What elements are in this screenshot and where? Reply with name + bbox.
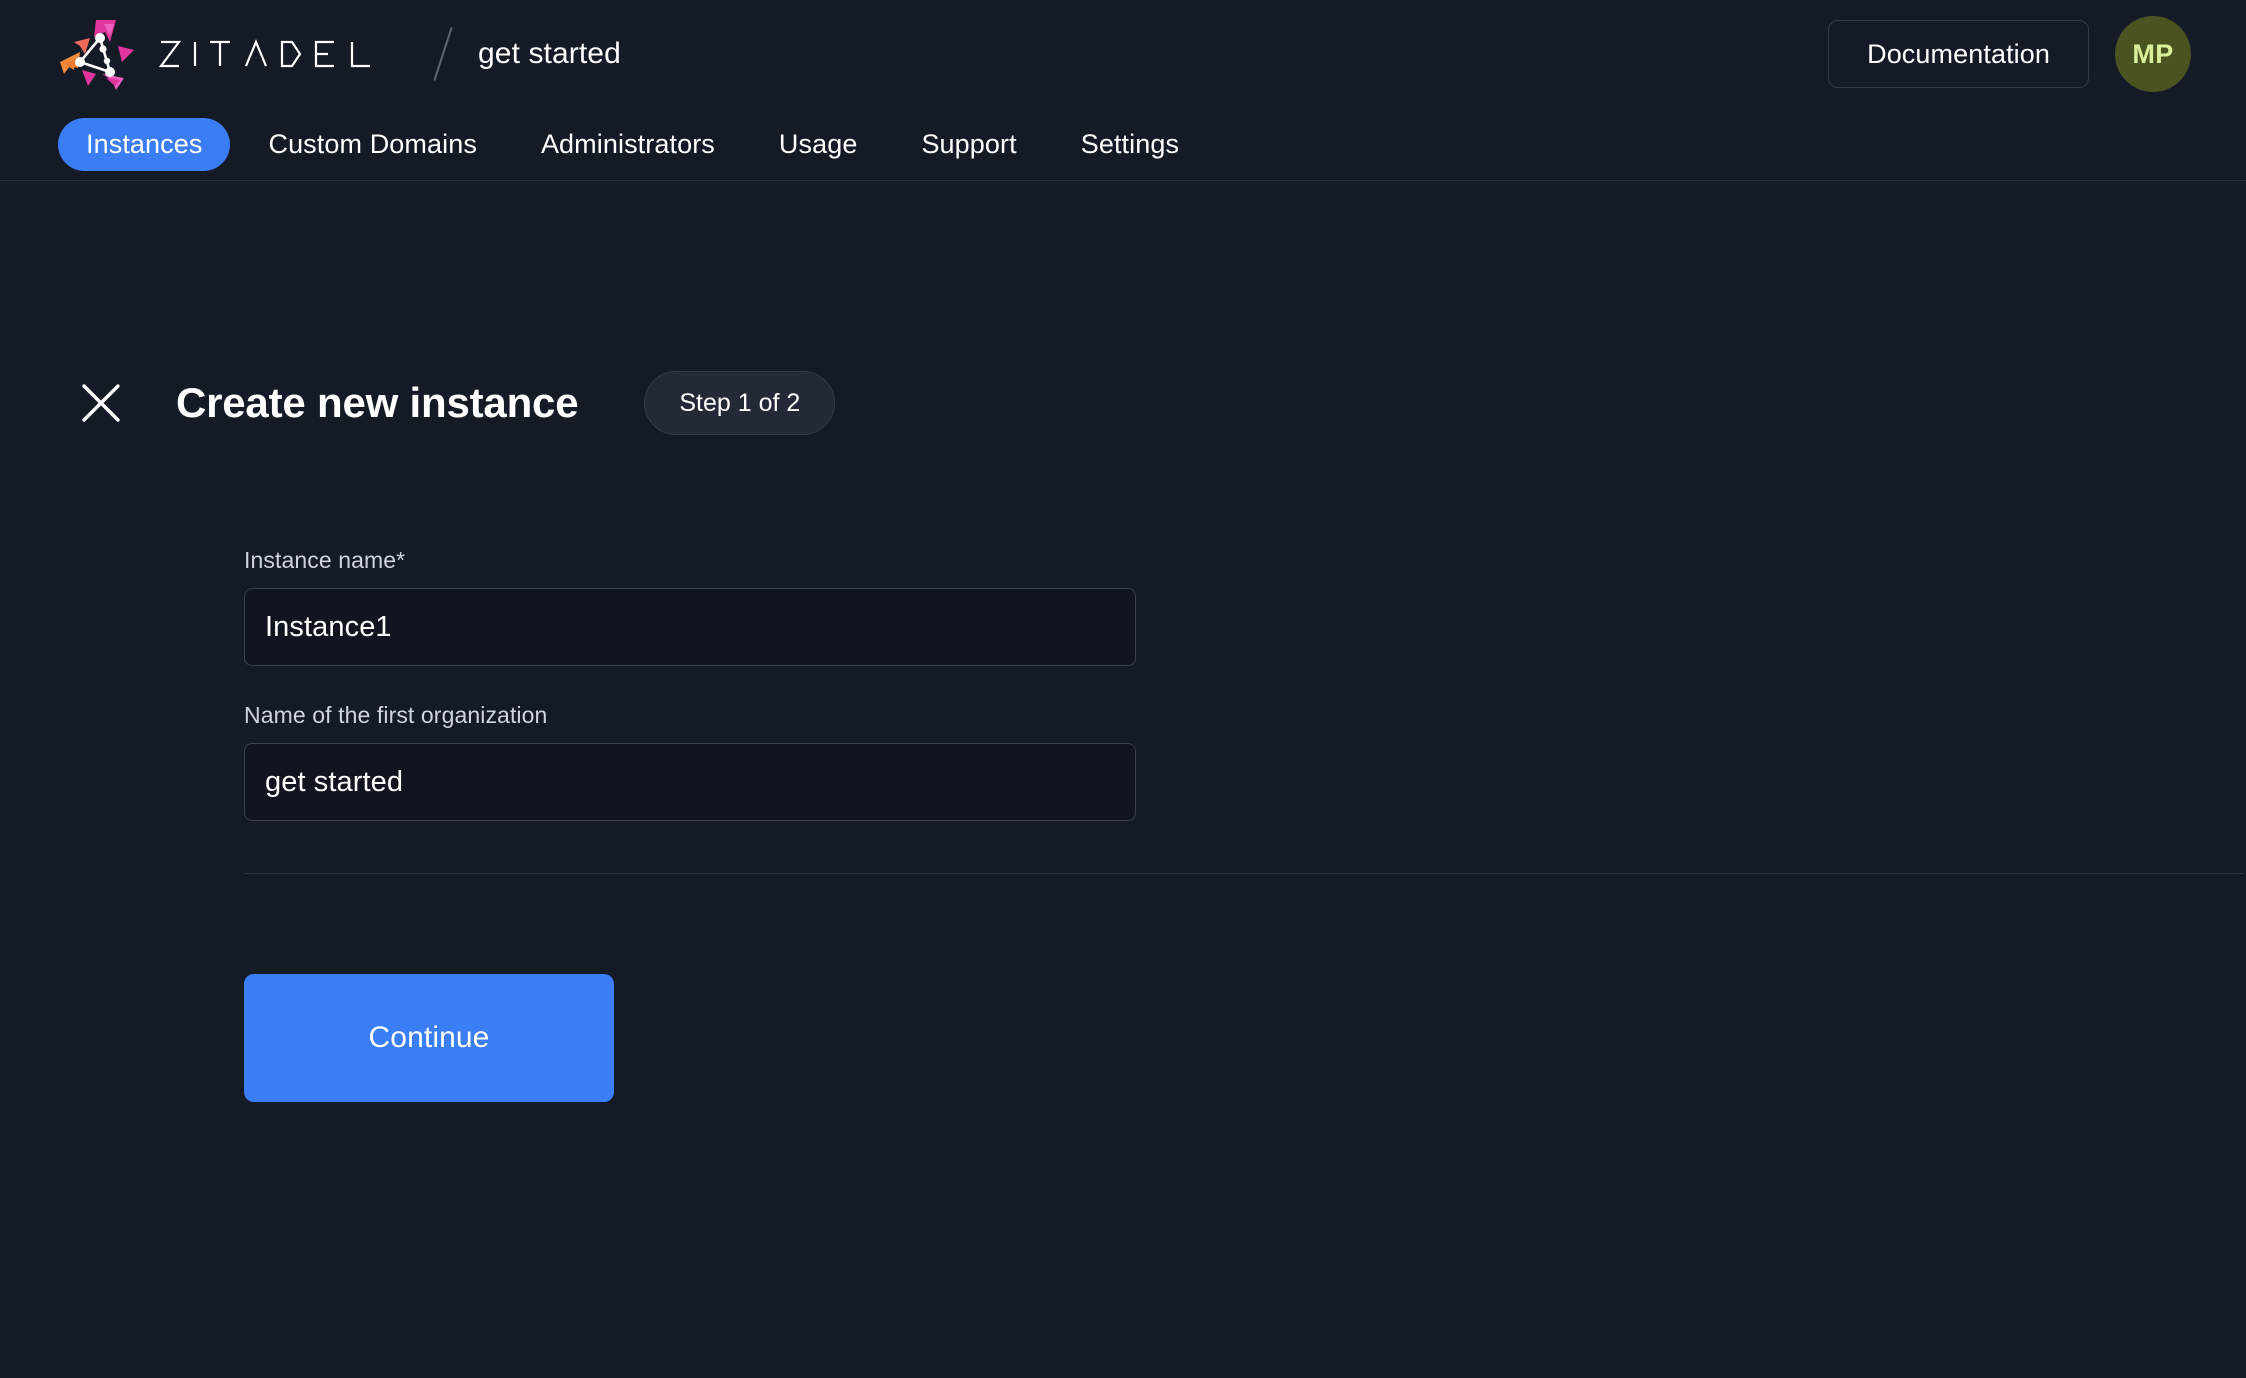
brand[interactable]	[58, 16, 398, 92]
nav-item-administrators[interactable]: Administrators	[515, 119, 741, 170]
main-content: Create new instance Step 1 of 2 Instance…	[0, 371, 2246, 1102]
header-bottom-divider	[0, 180, 2246, 181]
create-instance-form: Instance name* Name of the first organiz…	[244, 547, 2144, 1102]
continue-button[interactable]: Continue	[244, 974, 614, 1102]
nav-item-instances[interactable]: Instances	[58, 118, 230, 171]
brand-separator	[433, 27, 452, 81]
nav-item-usage[interactable]: Usage	[753, 119, 884, 170]
field-organization-name: Name of the first organization	[244, 702, 2144, 821]
organization-name-label: Name of the first organization	[244, 702, 2144, 729]
instance-name-label: Instance name*	[244, 547, 2144, 574]
step-badge: Step 1 of 2	[644, 371, 835, 435]
nav-item-support[interactable]: Support	[895, 119, 1042, 170]
app-header: get started Documentation MP	[0, 0, 2246, 108]
documentation-button[interactable]: Documentation	[1828, 20, 2089, 88]
page-title: Create new instance	[176, 379, 578, 427]
page-header: Create new instance Step 1 of 2	[78, 371, 2188, 435]
avatar[interactable]: MP	[2115, 16, 2191, 92]
nav-item-settings[interactable]: Settings	[1055, 119, 1205, 170]
main-nav: Instances Custom Domains Administrators …	[0, 108, 2246, 180]
header-context-label: get started	[478, 37, 621, 71]
nav-item-custom-domains[interactable]: Custom Domains	[242, 119, 502, 170]
required-marker: *	[396, 547, 405, 573]
field-instance-name: Instance name*	[244, 547, 2144, 666]
form-divider	[244, 873, 2244, 874]
organization-name-input[interactable]	[244, 743, 1136, 821]
close-icon[interactable]	[78, 380, 124, 426]
header-actions: Documentation MP	[1828, 16, 2191, 92]
zitadel-wordmark	[158, 37, 398, 71]
instance-name-input[interactable]	[244, 588, 1136, 666]
zitadel-logo-icon	[58, 16, 144, 92]
instance-name-label-text: Instance name	[244, 547, 396, 573]
form-actions: Continue	[244, 974, 2144, 1102]
